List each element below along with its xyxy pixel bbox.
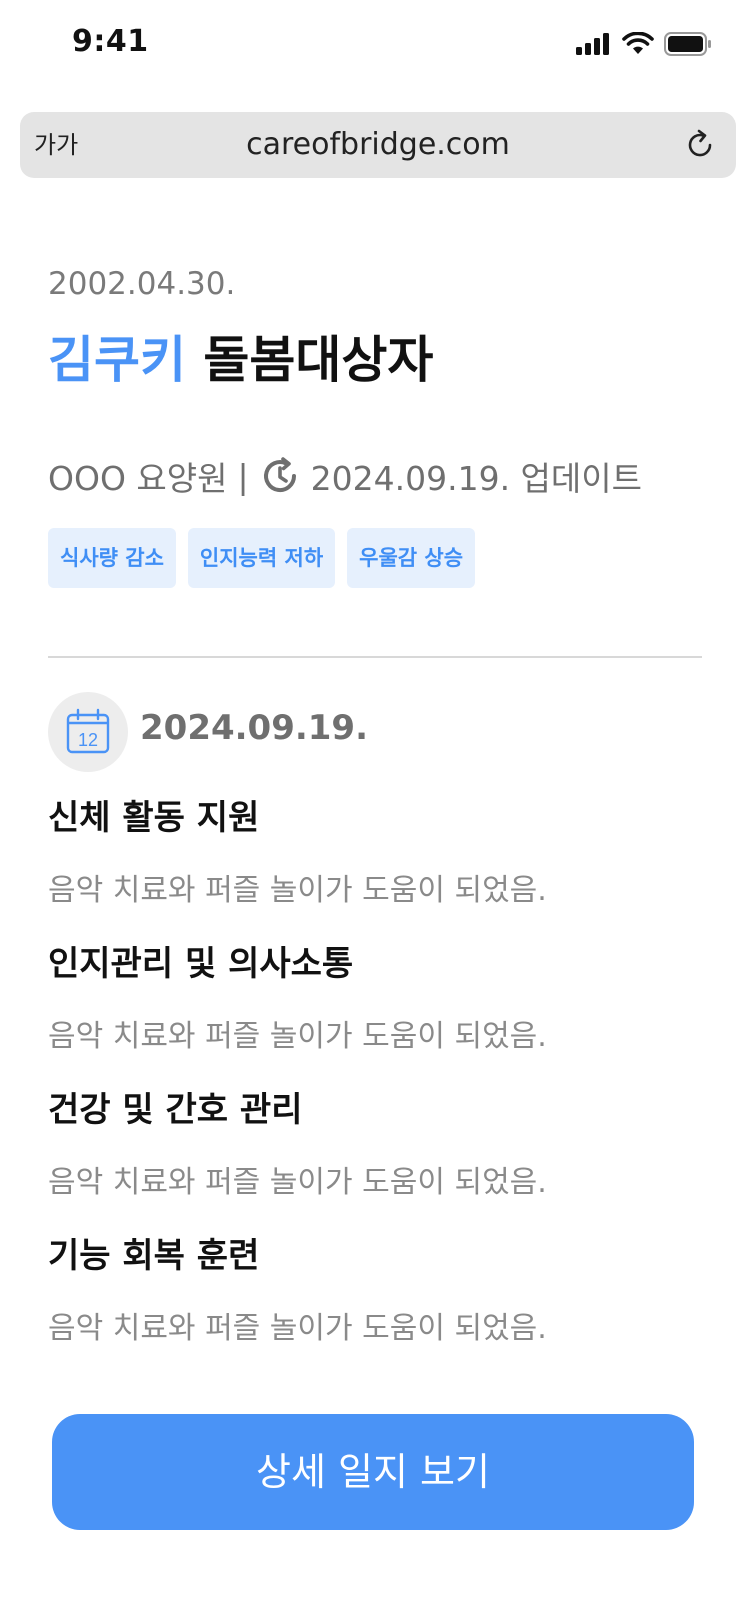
section-title: 신체 활동 지원 xyxy=(48,798,260,838)
section-body: 음악 치료와 퍼즐 놀이가 도움이 되었음. xyxy=(48,1311,547,1346)
journal-date: 2024.09.19. xyxy=(140,708,369,748)
section-title: 건강 및 간호 관리 xyxy=(48,1090,303,1130)
journal-section: 건강 및 간호 관리 음악 치료와 퍼즐 놀이가 도움이 되었음. xyxy=(48,1082,698,1201)
recipient-role: 돌봄대상자 xyxy=(203,331,434,389)
section-title: 기능 회복 훈련 xyxy=(48,1236,260,1276)
facility-name: OOO 요양원 xyxy=(48,459,228,498)
reload-icon[interactable] xyxy=(684,129,716,161)
calendar-badge: 12 xyxy=(48,692,128,772)
journal-section: 인지관리 및 의사소통 음악 치료와 퍼즐 놀이가 도움이 되었음. xyxy=(48,936,698,1055)
section-body: 음악 치료와 퍼즐 놀이가 도움이 되었음. xyxy=(48,1019,547,1054)
journal-section: 신체 활동 지원 음악 치료와 퍼즐 놀이가 도움이 되었음. xyxy=(48,790,698,909)
wifi-icon xyxy=(622,32,654,54)
url-field[interactable]: careofbridge.com xyxy=(20,112,736,178)
condition-tag: 인지능력 저하 xyxy=(187,528,336,588)
section-title: 인지관리 및 의사소통 xyxy=(48,944,354,984)
divider xyxy=(48,656,702,658)
last-updated: 2024.09.19. 업데이트 xyxy=(310,459,642,498)
page-title: 김쿠키 돌봄대상자 xyxy=(48,320,433,392)
journal-section: 기능 회복 훈련 음악 치료와 퍼즐 놀이가 도움이 되었음. xyxy=(48,1228,698,1347)
status-icons xyxy=(576,32,712,56)
recipient-name: 김쿠키 xyxy=(48,331,186,389)
status-time: 9:41 xyxy=(72,24,149,59)
meta-separator: | xyxy=(237,456,249,496)
view-detail-journal-button[interactable]: 상세 일지 보기 xyxy=(52,1414,694,1530)
condition-tag: 식사량 감소 xyxy=(48,528,176,588)
meta-row: OOO 요양원 | 2024.09.19. 업데이트 xyxy=(48,452,642,500)
section-body: 음악 치료와 퍼즐 놀이가 도움이 되었음. xyxy=(48,1165,547,1200)
condition-tag: 우울감 상승 xyxy=(347,528,476,588)
section-body: 음악 치료와 퍼즐 놀이가 도움이 되었음. xyxy=(48,873,547,908)
signal-icon xyxy=(576,33,609,55)
status-bar: 9:41 xyxy=(0,0,750,96)
calendar-day: 12 xyxy=(78,730,98,750)
battery-icon xyxy=(664,32,711,56)
condition-tags: 식사량 감소 인지능력 저하 우울감 상승 xyxy=(48,528,476,588)
birth-date: 2002.04.30. xyxy=(48,266,236,302)
clock-history-icon xyxy=(263,457,296,493)
browser-address-bar[interactable]: 가가 careofbridge.com xyxy=(20,112,736,178)
calendar-icon: 12 xyxy=(66,708,110,754)
